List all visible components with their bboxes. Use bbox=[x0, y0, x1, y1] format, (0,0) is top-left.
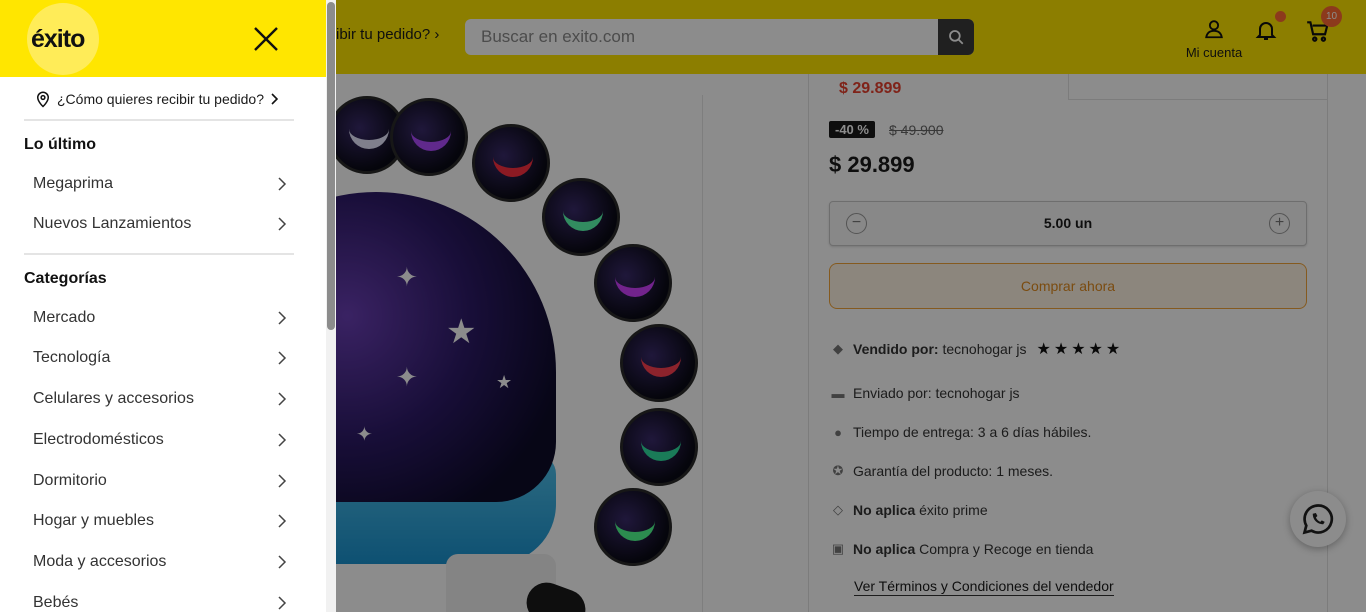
delivery-method-selector[interactable]: ¿Cómo quieres recibir tu pedido? bbox=[34, 87, 304, 111]
menu-item-label: Electrodomésticos bbox=[33, 431, 164, 448]
section-title-categories: Categorías bbox=[24, 270, 107, 287]
menu-item-celulares[interactable]: Celulares y accesorios bbox=[33, 387, 287, 411]
chevron-right-icon bbox=[278, 514, 287, 528]
menu-item-nuevos-lanzamientos[interactable]: Nuevos Lanzamientos bbox=[33, 212, 287, 236]
menu-item-hogar[interactable]: Hogar y muebles bbox=[33, 509, 287, 533]
menu-item-label: Hogar y muebles bbox=[33, 512, 154, 529]
chevron-right-icon bbox=[278, 351, 287, 365]
chevron-right-icon bbox=[278, 177, 287, 191]
section-title-latest: Lo último bbox=[24, 136, 96, 153]
side-menu-drawer: éxito ¿Cómo quieres recibir tu pedido? L… bbox=[0, 0, 326, 612]
location-pin-icon bbox=[36, 91, 50, 108]
chevron-right-icon bbox=[278, 555, 287, 569]
menu-item-label: Megaprima bbox=[33, 175, 114, 192]
menu-item-electrodomesticos[interactable]: Electrodomésticos bbox=[33, 428, 287, 452]
drawer-scrollbar[interactable] bbox=[326, 0, 336, 612]
chevron-right-icon bbox=[278, 217, 287, 231]
chevron-right-icon bbox=[278, 474, 287, 488]
close-icon bbox=[254, 27, 278, 51]
scrollbar-thumb[interactable] bbox=[327, 2, 335, 330]
chevron-right-icon bbox=[278, 311, 287, 325]
menu-item-label: Dormitorio bbox=[33, 472, 107, 489]
chevron-right-icon bbox=[271, 93, 278, 105]
menu-item-dormitorio[interactable]: Dormitorio bbox=[33, 469, 287, 493]
menu-item-label: Mercado bbox=[33, 309, 96, 326]
menu-item-label: Nuevos Lanzamientos bbox=[33, 215, 192, 232]
menu-item-label: Moda y accesorios bbox=[33, 553, 167, 570]
chevron-right-icon bbox=[278, 433, 287, 447]
drawer-header: éxito bbox=[0, 0, 326, 77]
menu-item-moda[interactable]: Moda y accesorios bbox=[33, 550, 287, 574]
menu-divider bbox=[24, 119, 294, 121]
exito-logo[interactable]: éxito bbox=[31, 25, 85, 54]
close-menu-button[interactable] bbox=[252, 25, 280, 53]
menu-item-tecnologia[interactable]: Tecnología bbox=[33, 346, 287, 370]
menu-item-label: Bebés bbox=[33, 594, 79, 611]
delivery-question: ¿Cómo quieres recibir tu pedido? bbox=[57, 91, 264, 107]
menu-item-megaprima[interactable]: Megaprima bbox=[33, 172, 287, 196]
chevron-right-icon bbox=[278, 596, 287, 610]
menu-item-label: Tecnología bbox=[33, 349, 111, 366]
menu-item-bebes[interactable]: Bebés bbox=[33, 591, 287, 612]
menu-item-mercado[interactable]: Mercado bbox=[33, 306, 287, 330]
menu-divider bbox=[24, 253, 294, 255]
chevron-right-icon bbox=[278, 392, 287, 406]
menu-item-label: Celulares y accesorios bbox=[33, 390, 194, 407]
